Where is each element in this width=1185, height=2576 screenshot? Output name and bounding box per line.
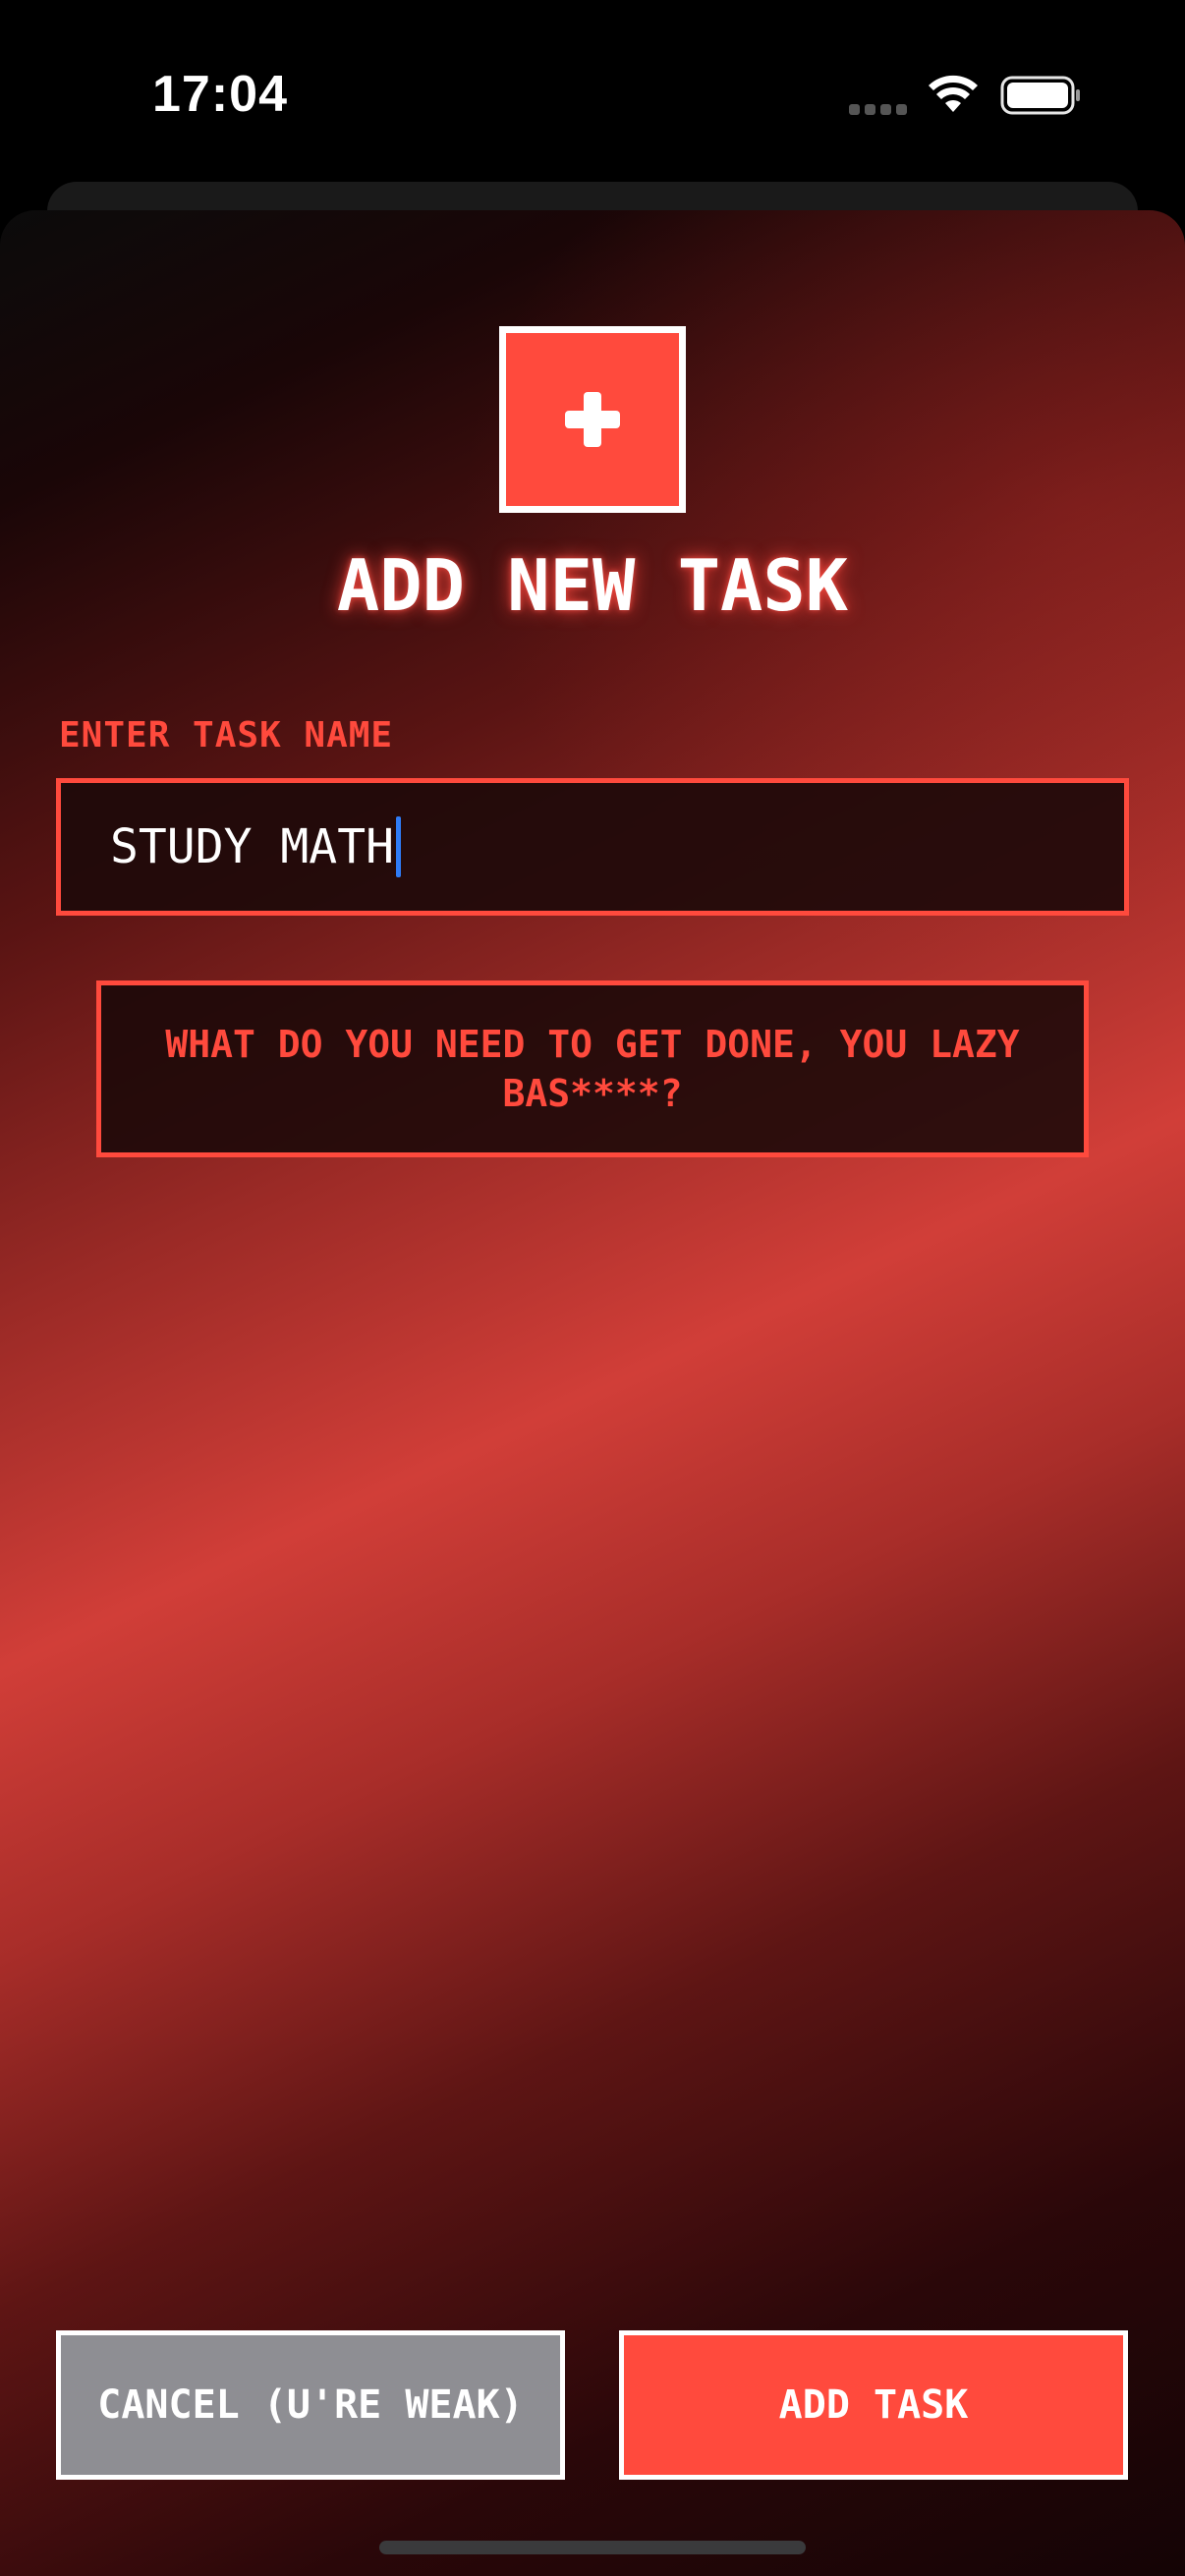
status-bar: 17:04: [0, 0, 1185, 182]
cellular-signal-icon: [849, 104, 908, 116]
plus-icon: [565, 392, 620, 447]
task-name-label: ENTER TASK NAME: [59, 715, 394, 756]
task-name-input[interactable]: STUDY MATH: [56, 778, 1129, 916]
text-cursor: [395, 816, 401, 877]
wifi-icon: [929, 75, 978, 112]
add-task-button[interactable]: ADD TASK: [619, 2330, 1128, 2480]
taunt-message: WHAT DO YOU NEED TO GET DONE, YOU LAZY B…: [165, 1023, 1020, 1115]
taunt-message-box: WHAT DO YOU NEED TO GET DONE, YOU LAZY B…: [96, 980, 1089, 1157]
battery-icon: [1000, 76, 1080, 115]
page-title: ADD NEW TASK: [336, 544, 849, 627]
cancel-button[interactable]: CANCEL (U'RE WEAK): [56, 2330, 565, 2480]
status-time: 17:04: [152, 66, 288, 123]
home-indicator[interactable]: [379, 2541, 806, 2554]
add-task-modal: ADD NEW TASK ENTER TASK NAME STUDY MATH …: [0, 210, 1185, 2576]
task-name-value[interactable]: STUDY MATH: [110, 819, 394, 874]
add-task-badge: [499, 326, 686, 513]
